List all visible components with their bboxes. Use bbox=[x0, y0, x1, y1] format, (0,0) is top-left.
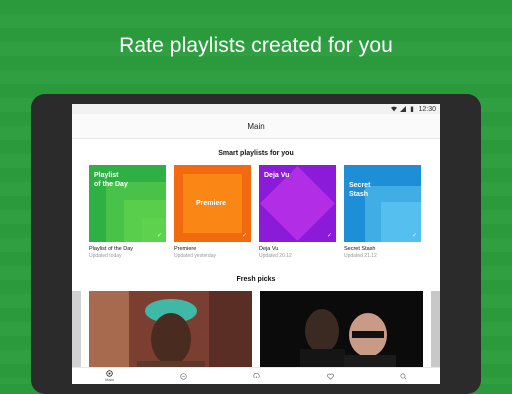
radio-icon bbox=[253, 372, 260, 378]
cover-label: Playlist of the Day bbox=[94, 172, 128, 188]
playlist-name[interactable]: Deja Vu bbox=[259, 246, 336, 252]
headline: Rate playlists created for you bbox=[119, 34, 393, 57]
playlist-updated: Updated 21.12 bbox=[344, 253, 377, 259]
playlist-updated: Updated 20.12 bbox=[259, 253, 292, 259]
playlist-updated: Updated today bbox=[89, 253, 122, 259]
chat-icon bbox=[180, 372, 187, 380]
page-title: Main bbox=[247, 121, 265, 131]
nav-main-label: Main bbox=[105, 377, 114, 382]
signal-icon bbox=[400, 106, 407, 112]
cover-pattern bbox=[142, 218, 166, 242]
playlist-name[interactable]: Premiere bbox=[174, 246, 251, 252]
main-icon bbox=[106, 370, 113, 377]
check-icon: ✓ bbox=[156, 233, 162, 239]
smart-playlists-row: Playlist of the Day ✓ Playlist of the Da… bbox=[72, 165, 440, 259]
playlist-name[interactable]: Playlist of the Day bbox=[89, 246, 166, 252]
app-bar: Main bbox=[72, 114, 440, 139]
playlist-card[interactable]: Playlist of the Day ✓ Playlist of the Da… bbox=[89, 165, 166, 259]
check-icon: ✓ bbox=[241, 233, 247, 239]
playlist-card[interactable]: Secret Stash ✓ Secret Stash Updated 21.1… bbox=[344, 165, 421, 259]
nav-search[interactable] bbox=[400, 372, 407, 380]
playlist-cover[interactable]: Playlist of the Day ✓ bbox=[89, 165, 166, 242]
battery-icon bbox=[411, 106, 414, 112]
nav-main[interactable]: Main bbox=[105, 370, 114, 382]
smart-playlists-title: Smart playlists for you bbox=[218, 150, 294, 157]
playlist-name[interactable]: Secret Stash bbox=[344, 246, 421, 252]
cover-label: Secret Stash bbox=[349, 182, 371, 198]
heart-icon bbox=[326, 373, 334, 380]
check-icon: ✓ bbox=[326, 233, 332, 239]
playlist-card[interactable]: Premiere ✓ Premiere Updated yesterday bbox=[174, 165, 251, 259]
bottom-nav: Main bbox=[72, 367, 440, 384]
cover-label: Premiere bbox=[196, 200, 226, 207]
status-icons: 12:30 bbox=[391, 104, 436, 114]
status-time: 12:30 bbox=[418, 105, 436, 113]
nav-chat[interactable] bbox=[180, 372, 187, 380]
app-screen: 12:30 Main Smart playlists for you Playl… bbox=[72, 104, 440, 384]
wifi-icon bbox=[391, 106, 398, 112]
playlist-cover[interactable]: Secret Stash ✓ bbox=[344, 165, 421, 242]
nav-favorites[interactable] bbox=[326, 373, 334, 380]
fresh-picks-title: Fresh picks bbox=[236, 276, 276, 283]
playlist-cover[interactable]: Deja Vu ✓ bbox=[259, 165, 336, 242]
playlist-card[interactable]: Deja Vu ✓ Deja Vu Updated 20.12 bbox=[259, 165, 336, 259]
playlist-updated: Updated yesterday bbox=[174, 253, 216, 259]
playlist-cover[interactable]: Premiere ✓ bbox=[174, 165, 251, 242]
nav-radio[interactable] bbox=[253, 372, 260, 380]
status-bar: 12:30 bbox=[72, 104, 440, 114]
cover-label: Deja Vu bbox=[264, 172, 290, 179]
search-icon bbox=[400, 372, 407, 380]
check-icon: ✓ bbox=[411, 233, 417, 239]
